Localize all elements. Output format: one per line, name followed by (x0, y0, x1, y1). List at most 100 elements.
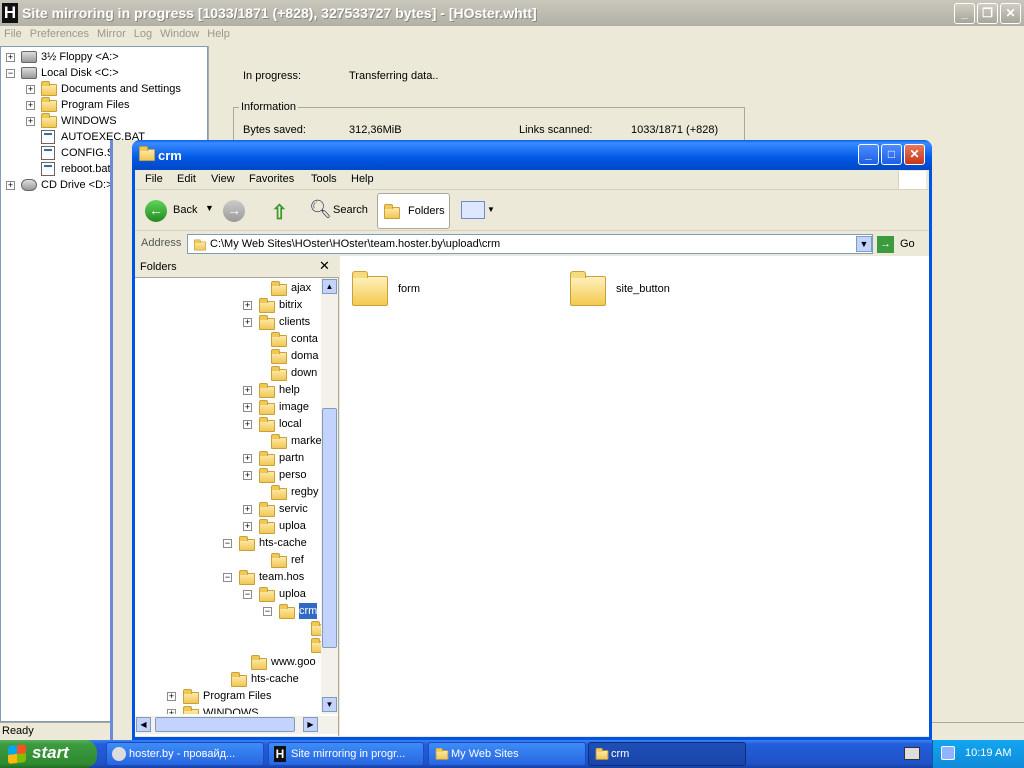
expand-icon[interactable]: + (243, 505, 252, 514)
folder-icon (435, 747, 449, 760)
address-field[interactable]: C:\My Web Sites\HOster\HOster\team.hoste… (187, 234, 873, 254)
folder-tree-label: conta (291, 333, 318, 345)
scroll-up-button[interactable]: ▲ (322, 279, 337, 294)
folder-tree-label: hts-cache (251, 673, 299, 685)
chevron-down-icon[interactable]: ▼ (487, 205, 495, 214)
chevron-down-icon[interactable]: ▼ (856, 236, 872, 252)
folder-icon (41, 113, 57, 128)
menu-tools[interactable]: Tools (311, 173, 337, 185)
scroll-down-button[interactable]: ▼ (322, 697, 337, 712)
windows-logo-icon (898, 171, 926, 189)
folder-tree-label: doma (291, 350, 319, 362)
scroll-right-button[interactable]: ▶ (303, 717, 318, 732)
folder-tree[interactable]: ajax + bitrix + clients conta doma down + help + im… (135, 278, 321, 714)
in-progress-value: Transferring data.. (349, 70, 439, 82)
task-crm[interactable]: crm (588, 742, 746, 766)
scroll-left-button[interactable]: ◀ (136, 717, 151, 732)
expand-icon[interactable]: + (243, 420, 252, 429)
expand-icon[interactable]: + (243, 386, 252, 395)
expand-icon[interactable]: + (243, 471, 252, 480)
menu-log[interactable]: Log (130, 26, 156, 42)
clock[interactable]: 10:19 AM (965, 747, 1011, 759)
collapse-icon[interactable]: − (243, 590, 252, 599)
tree-label: Program Files (61, 99, 130, 111)
folder-icon (271, 553, 287, 568)
explorer-menu-bar: File Edit View Favorites Tools Help (135, 170, 929, 190)
menu-view[interactable]: View (211, 173, 235, 185)
folder-tree-label: team.hos (259, 571, 305, 583)
menu-favorites[interactable]: Favorites (249, 173, 294, 185)
keyboard-icon[interactable] (904, 747, 920, 760)
views-icon[interactable] (461, 201, 485, 219)
folder-icon (271, 434, 287, 449)
maximize-button[interactable]: ❐ (977, 3, 998, 24)
collapse-icon[interactable]: − (6, 69, 15, 78)
explorer-title-bar[interactable]: crm _ □ ✕ (132, 140, 932, 170)
expand-icon[interactable]: + (243, 454, 252, 463)
expand-icon[interactable]: + (243, 522, 252, 531)
menu-preferences[interactable]: Preferences (26, 26, 93, 42)
vertical-scrollbar[interactable]: ▲ ▼ (321, 278, 338, 714)
expand-icon[interactable]: + (26, 101, 35, 110)
horizontal-scrollbar[interactable]: ◀ ▶ (135, 716, 338, 734)
expand-icon[interactable]: + (6, 181, 15, 190)
folder-item-site-button[interactable]: site_button (568, 270, 718, 310)
folder-icon (311, 621, 321, 636)
scroll-thumb[interactable] (155, 717, 295, 732)
collapse-icon[interactable]: − (223, 539, 232, 548)
menu-help[interactable]: Help (203, 26, 234, 42)
tree-label: WINDOWS (61, 115, 117, 127)
expand-icon[interactable]: + (243, 318, 252, 327)
chevron-down-icon[interactable]: ▼ (205, 203, 214, 213)
folder-label: site_button (616, 283, 670, 295)
menu-help[interactable]: Help (351, 173, 374, 185)
menu-file[interactable]: File (145, 173, 163, 185)
close-icon[interactable]: ✕ (319, 258, 330, 274)
search-icon[interactable]: 🔍︎ (309, 199, 332, 221)
menu-edit[interactable]: Edit (177, 173, 196, 185)
go-button[interactable]: Go (900, 238, 915, 250)
back-arrow-icon[interactable]: ← (145, 200, 167, 222)
minimize-button[interactable]: _ (954, 3, 975, 24)
folder-icon (259, 468, 275, 483)
up-folder-icon[interactable]: ⇧ (271, 200, 291, 224)
folder-icon (259, 417, 275, 432)
scroll-thumb[interactable] (322, 408, 337, 648)
task-browser[interactable]: hoster.by - провайд... (106, 742, 264, 766)
expand-icon[interactable]: + (167, 692, 176, 701)
expand-icon[interactable]: + (167, 709, 176, 714)
start-button[interactable]: start (0, 740, 97, 768)
expand-icon[interactable]: + (243, 403, 252, 412)
folder-item-form[interactable]: form (350, 270, 500, 310)
minimize-button[interactable]: _ (858, 144, 879, 165)
maximize-button[interactable]: □ (881, 144, 902, 165)
status-text: Ready (2, 725, 34, 737)
forward-arrow-icon[interactable]: → (223, 200, 245, 222)
menu-file[interactable]: File (0, 26, 26, 42)
httrack-menu-bar: File Preferences Mirror Log Window Help (0, 26, 1024, 44)
httrack-window-title: Site mirroring in progress [1033/1871 (+… (22, 5, 537, 21)
collapse-icon[interactable]: − (223, 573, 232, 582)
close-button[interactable]: ✕ (1000, 3, 1021, 24)
httrack-title-bar[interactable]: H Site mirroring in progress [1033/1871 … (0, 0, 1024, 26)
menu-window[interactable]: Window (156, 26, 203, 42)
task-my-web-sites[interactable]: My Web Sites (428, 742, 586, 766)
folder-icon (271, 332, 287, 347)
folder-tree-label: uploa (279, 520, 306, 532)
expand-icon[interactable]: + (26, 85, 35, 94)
collapse-icon[interactable]: − (263, 607, 272, 616)
go-arrow-icon[interactable]: → (877, 236, 894, 253)
close-button[interactable]: ✕ (904, 144, 925, 165)
task-httrack[interactable]: H Site mirroring in progr... (268, 742, 424, 766)
network-icon[interactable] (941, 746, 955, 760)
search-button[interactable]: Search (333, 204, 368, 216)
back-button[interactable]: Back (173, 204, 197, 216)
folder-tree-label: image (279, 401, 309, 413)
menu-mirror[interactable]: Mirror (93, 26, 130, 42)
folders-button[interactable]: Folders (377, 193, 450, 229)
httrack-logo-icon: H (2, 3, 18, 23)
expand-icon[interactable]: + (6, 53, 15, 62)
folders-button-label: Folders (408, 205, 445, 217)
expand-icon[interactable]: + (26, 117, 35, 126)
expand-icon[interactable]: + (243, 301, 252, 310)
